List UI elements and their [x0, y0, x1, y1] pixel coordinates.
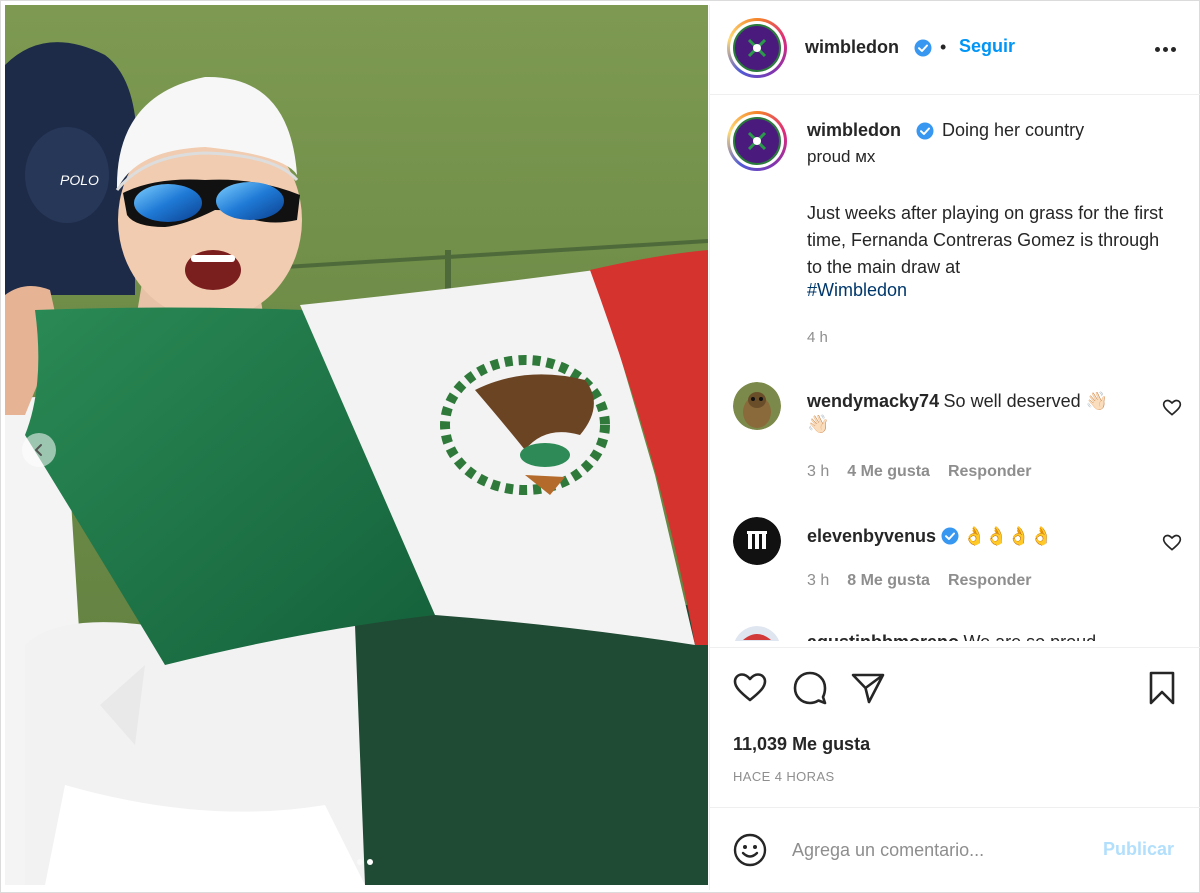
post-author-username[interactable]: wimbledon [805, 37, 899, 58]
send-icon[interactable] [850, 670, 886, 706]
hashtag-link[interactable]: #Wimbledon [807, 280, 907, 301]
reply-button[interactable]: Responder [948, 463, 1032, 481]
comment-meta: 3 h 4 Me gusta Responder [807, 463, 1032, 481]
comment-username[interactable]: elevenbyvenus [807, 526, 936, 546]
post-header: wimbledon • Seguir [710, 5, 1200, 95]
verified-badge-icon [916, 122, 934, 142]
comment-text-continued: 👋🏻 [807, 414, 830, 434]
caption-username[interactable]: wimbledon [807, 120, 901, 141]
carousel-dot [317, 859, 323, 865]
comment-likes-count[interactable]: 4 Me gusta [847, 463, 930, 481]
carousel-dot [357, 859, 363, 865]
carousel-dot-active [367, 859, 373, 865]
svg-text:POLO: POLO [60, 172, 99, 188]
post-photo[interactable]: POLO [5, 5, 708, 885]
comment-like-heart-icon[interactable] [1162, 533, 1182, 553]
follow-button[interactable]: Seguir [959, 36, 1015, 57]
avatar[interactable] [733, 626, 781, 641]
post-image: POLO [5, 5, 708, 885]
comments-list[interactable]: wimbledon Doing her country proud мх Jus… [710, 96, 1200, 641]
add-comment-bar: Publicar [710, 807, 1200, 890]
comment-item: elevenbyvenus 👌👌👌👌 [807, 523, 1053, 551]
comment-item: wendymacky74 So well deserved 👋🏻 [807, 388, 1152, 416]
carousel-indicator [317, 859, 373, 865]
verified-badge-icon [941, 527, 959, 545]
comment-username[interactable]: agustinbbmoreno [807, 632, 959, 641]
more-horizontal-icon [1154, 46, 1160, 52]
comment-username[interactable]: wendymacky74 [807, 391, 939, 411]
post-sidebar: wimbledon • Seguir wimbledon Doing her c… [709, 5, 1200, 890]
emoji-icon[interactable] [732, 832, 768, 868]
post-window: POLO wimbledon • Seguir wimbledon Doing … [0, 0, 1200, 893]
chevron-left-icon [35, 444, 42, 456]
header-separator: • [940, 37, 947, 57]
comment-text: So well deserved 👋🏻 [943, 391, 1109, 411]
comment-time[interactable]: 3 h [807, 572, 829, 590]
post-timestamp[interactable]: HACE 4 HORAS [733, 769, 835, 784]
caption-body: Just weeks after playing on grass for th… [807, 203, 1164, 277]
carousel-dot [327, 859, 333, 865]
avatar[interactable] [733, 517, 781, 565]
more-options-button[interactable] [1150, 37, 1180, 61]
carousel-dot [337, 859, 343, 865]
comment-meta: 3 h 8 Me gusta Responder [807, 572, 1032, 590]
comment-item: agustinbbmoreno We are so proud [807, 629, 1096, 641]
reply-button[interactable]: Responder [948, 572, 1032, 590]
comment-text: We are so proud [963, 632, 1096, 641]
bookmark-icon[interactable] [1144, 670, 1180, 706]
wimbledon-logo-icon [733, 24, 781, 72]
comment-text: 👌👌👌👌 [962, 526, 1053, 546]
post-actions: 11,039 Me gusta HACE 4 HORAS [710, 647, 1200, 807]
comment-icon[interactable] [792, 670, 828, 706]
caption-text-line1: Doing her country [942, 120, 1085, 140]
caption-text-line2: proud мх [807, 147, 876, 166]
caption-timestamp[interactable]: 4 h [807, 329, 828, 346]
caption-avatar[interactable] [727, 111, 787, 171]
likes-count[interactable]: 11,039 Me gusta [733, 734, 870, 755]
carousel-dot [347, 859, 353, 865]
comment-likes-count[interactable]: 8 Me gusta [847, 572, 930, 590]
verified-badge-icon [914, 39, 932, 59]
comment-input[interactable] [792, 832, 1092, 868]
comment-time[interactable]: 3 h [807, 463, 829, 481]
wimbledon-logo-icon [733, 117, 781, 165]
carousel-prev-button[interactable] [22, 433, 56, 467]
avatar[interactable] [727, 18, 787, 78]
comment-like-heart-icon[interactable] [1162, 398, 1182, 418]
avatar[interactable] [733, 382, 781, 430]
heart-icon[interactable] [732, 670, 768, 706]
publish-button[interactable]: Publicar [1103, 839, 1174, 860]
